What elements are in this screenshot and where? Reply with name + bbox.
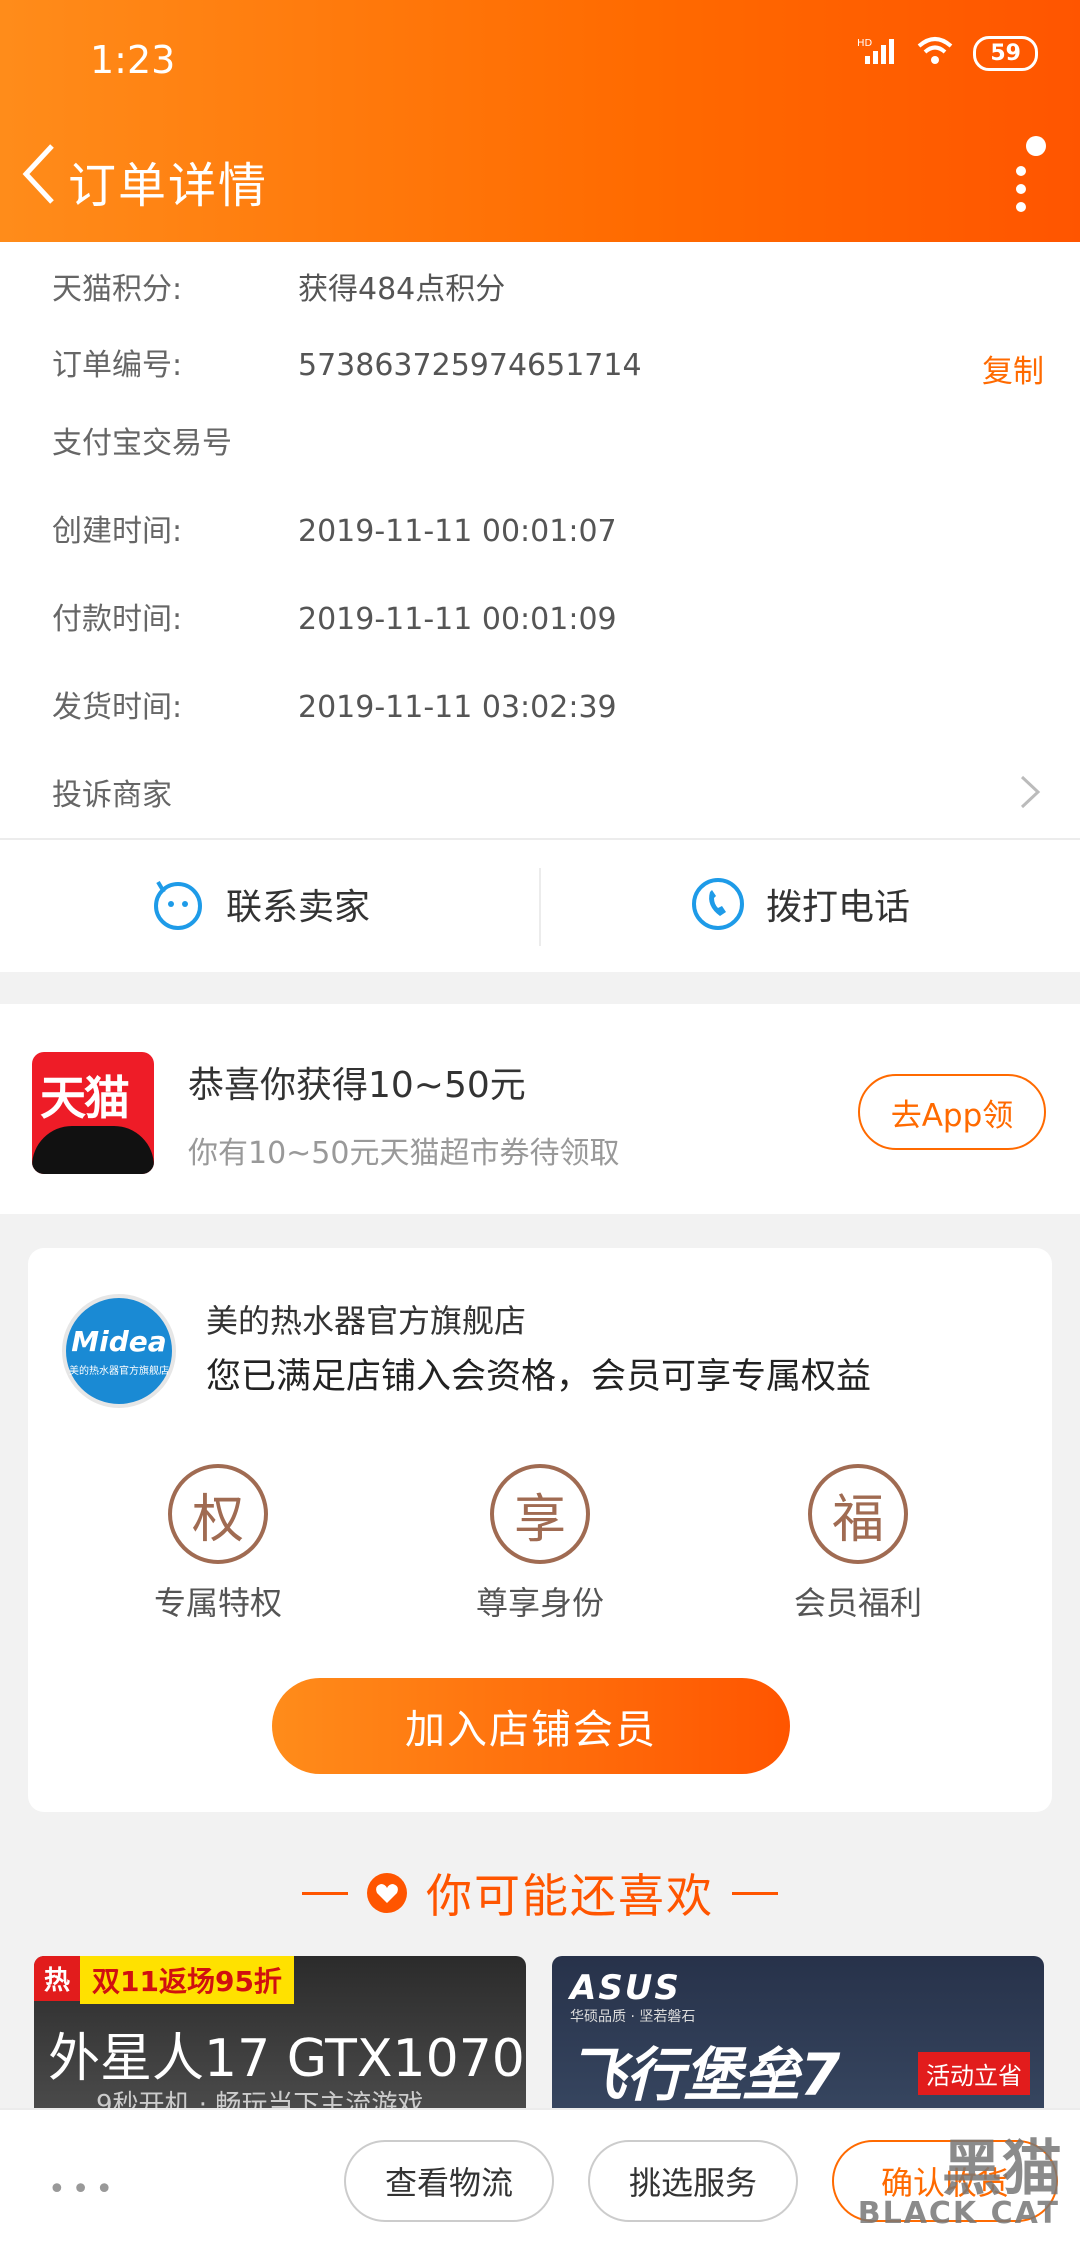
created-label: 创建时间:	[52, 514, 183, 549]
tmall-logo-text: 天猫	[40, 1071, 130, 1125]
midea-logo-text: Midea	[71, 1325, 167, 1358]
divider	[539, 868, 541, 946]
store-name: 美的热水器官方旗舰店	[206, 1302, 527, 1340]
perk-identity-label: 尊享身份	[475, 1584, 604, 1622]
contact-bar: 联系卖家 拨打电话	[0, 838, 1080, 972]
perk-welfare-label: 会员福利	[793, 1584, 922, 1622]
more-dot-icon	[1016, 184, 1026, 194]
tmall-logo: 天猫	[32, 1052, 154, 1174]
product-card-asus[interactable]: ASUS 华硕品质 · 坚若磐石 飞行堡垒7 活动立省	[552, 1956, 1044, 2108]
decor-line	[302, 1891, 348, 1895]
points-value: 获得484点积分	[298, 272, 506, 307]
points-label: 天猫积分:	[52, 272, 183, 307]
select-service-button[interactable]: 挑选服务	[588, 2140, 798, 2222]
midea-logo-sub: 美的热水器官方旗舰店	[69, 1366, 169, 1377]
watermark-en: BLACK CAT	[857, 2196, 1060, 2231]
coupon-title: 恭喜你获得10~50元	[188, 1065, 526, 1106]
paid-row: 付款时间: 2019-11-11 00:01:09	[52, 594, 617, 638]
battery-indicator: 59	[973, 36, 1038, 71]
created-row: 创建时间: 2019-11-11 00:01:07	[52, 506, 617, 550]
recommendation-title: 你可能还喜欢	[0, 1860, 1080, 1926]
shipped-row: 发货时间: 2019-11-11 03:02:39	[52, 682, 617, 726]
status-time: 1:23	[90, 38, 176, 82]
paid-value: 2019-11-11 00:01:09	[298, 602, 617, 637]
more-dot-icon	[1016, 166, 1026, 176]
tmall-cat-icon	[32, 1126, 154, 1174]
shipped-value: 2019-11-11 03:02:39	[298, 690, 617, 725]
more-dot-icon	[1016, 202, 1026, 212]
store-description: 您已满足店铺入会资格，会员可享专属权益	[206, 1357, 872, 1397]
black-cat-watermark: 黑猫 BLACK CAT	[802, 2114, 1072, 2244]
heart-icon	[367, 1873, 407, 1913]
order-info-panel: 天猫积分: 获得484点积分 订单编号: 573863725974651714 复制…	[0, 242, 1080, 838]
app-header: 1:23 HD 59 订单详情	[0, 0, 1080, 242]
phone-icon	[692, 878, 744, 930]
order-number-value: 573863725974651714	[298, 348, 642, 383]
complaint-row[interactable]: 投诉商家	[52, 770, 1042, 814]
perk-welfare-icon: 福	[808, 1464, 908, 1564]
coupon-subtitle: 你有10~50元天猫超市券待领取	[188, 1136, 620, 1171]
perk-exclusive: 权 专属特权	[118, 1464, 318, 1624]
product-card-alienware[interactable]: 热 双11返场95折 外星人17 GTX1070 9秒开机 · 畅玩当下主流游戏	[34, 1956, 526, 2108]
contact-seller-button[interactable]: 联系卖家	[150, 876, 370, 932]
join-member-button[interactable]: 加入店铺会员	[272, 1678, 790, 1774]
notification-dot	[1026, 136, 1046, 156]
wifi-icon	[915, 36, 955, 71]
view-logistics-button[interactable]: 查看物流	[344, 2140, 554, 2222]
page-title: 订单详情	[68, 158, 269, 214]
asus-slogan: 华硕品质 · 坚若磐石	[570, 2009, 696, 2025]
more-actions-button[interactable]: •••	[48, 2172, 119, 2207]
store-member-card: Midea 美的热水器官方旗舰店 美的热水器官方旗舰店 您已满足店铺入会资格，会…	[28, 1248, 1052, 1812]
chevron-right-icon	[1020, 775, 1041, 809]
hot-tag: 热	[34, 1956, 81, 2001]
bottom-action-bar: ••• 查看物流 挑选服务 确认收货 黑猫 BLACK CAT	[0, 2108, 1080, 2248]
midea-logo: Midea 美的热水器官方旗舰店	[62, 1294, 176, 1408]
signal-icon: HD	[857, 36, 897, 71]
perk-identity-icon: 享	[490, 1464, 590, 1564]
perk-exclusive-label: 专属特权	[153, 1584, 282, 1622]
alipay-row: 支付宝交易号	[52, 418, 298, 462]
product-headline: 飞行堡垒7	[568, 2041, 841, 2108]
more-menu-button[interactable]	[1002, 136, 1046, 216]
call-phone-button[interactable]: 拨打电话	[690, 876, 910, 932]
open-app-button[interactable]: 去App领	[858, 1074, 1046, 1150]
perk-exclusive-icon: 权	[168, 1464, 268, 1564]
coupon-banner: 天猫 恭喜你获得10~50元 你有10~50元天猫超市券待领取 去App领	[0, 1004, 1080, 1214]
status-icons: HD 59	[857, 36, 1038, 71]
alipay-label: 支付宝交易号	[52, 426, 232, 461]
sale-tag: 双11返场95折	[80, 1956, 294, 2004]
product-subline: 9秒开机 · 畅玩当下主流游戏	[96, 2090, 424, 2108]
recommendation-title-text: 你可能还喜欢	[426, 1869, 714, 1923]
complaint-label: 投诉商家	[52, 778, 172, 813]
order-number-label: 订单编号:	[52, 348, 183, 383]
paid-label: 付款时间:	[52, 602, 183, 637]
contact-seller-label: 联系卖家	[226, 887, 371, 928]
decor-line	[732, 1891, 778, 1895]
copy-button[interactable]: 复制	[982, 346, 1044, 391]
promo-tag: 活动立省	[918, 2052, 1030, 2095]
network-label: HD	[857, 38, 873, 49]
asus-logo: ASUS	[570, 1968, 681, 2008]
call-phone-label: 拨打电话	[766, 887, 911, 928]
chevron-left-icon	[22, 144, 54, 204]
chat-face-icon	[154, 880, 202, 930]
created-value: 2019-11-11 00:01:07	[298, 514, 617, 549]
shipped-label: 发货时间:	[52, 690, 183, 725]
back-button[interactable]	[18, 142, 68, 212]
points-row: 天猫积分: 获得484点积分	[52, 264, 505, 308]
product-headline: 外星人17 GTX1070	[48, 2029, 525, 2089]
perk-identity: 享 尊享身份	[440, 1464, 640, 1624]
order-number-row: 订单编号: 573863725974651714	[52, 340, 642, 384]
perk-welfare: 福 会员福利	[758, 1464, 958, 1624]
watermark-cn: 黑猫	[942, 2134, 1062, 2204]
